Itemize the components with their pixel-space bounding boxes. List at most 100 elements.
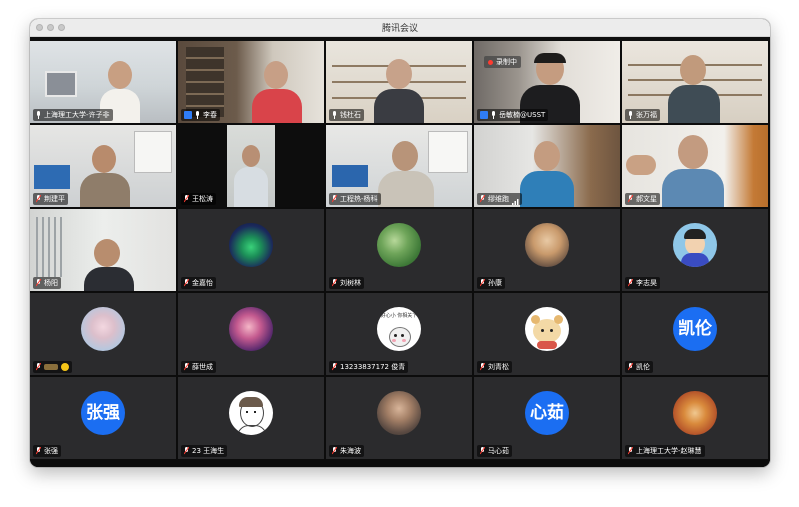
participant-nametag: 张强 (33, 445, 61, 457)
participant-tile[interactable]: 上海理工大学-许子非 (30, 41, 176, 123)
microphone-muted-icon (36, 195, 41, 203)
microphone-on-icon (195, 111, 200, 119)
microphone-muted-icon (184, 447, 189, 455)
microphone-muted-icon (480, 279, 485, 287)
participant-name: 刘青松 (488, 363, 509, 371)
participant-tile[interactable]: 张强 张强 (30, 377, 176, 459)
participant-tile[interactable]: 孙康 (474, 209, 620, 291)
participant-nametag (33, 361, 72, 373)
microphone-muted-icon (628, 363, 633, 371)
participant-tile[interactable]: 录制中 岳敏楠@USST (474, 41, 620, 123)
participant-name: 张强 (44, 447, 58, 455)
participant-tile[interactable]: 刘树林 (326, 209, 472, 291)
window-title: 腾讯会议 (381, 24, 418, 34)
participant-nametag: 刘树林 (329, 277, 364, 289)
participant-name: 张万福 (636, 111, 657, 119)
microphone-muted-icon (36, 279, 41, 287)
participant-tile[interactable]: 缪维跑 (474, 125, 620, 207)
participant-grid: 上海理工大学-许子非 李春 钱杜石 录制中 岳敏楠@USST 张万福 荆建平 王… (30, 41, 770, 467)
participant-name: 上海理工大学-许子非 (44, 111, 110, 119)
microphone-muted-icon (628, 195, 633, 203)
participant-name: 凯伦 (636, 363, 650, 371)
participant-nametag: 凯伦 (625, 361, 653, 373)
meeting-window: 腾讯会议 上海理工大学-许子非 李春 钱杜石 录制中 岳敏楠@USST 张万福 … (30, 19, 770, 467)
participant-tile[interactable]: 薛世成 (178, 293, 324, 375)
participant-name: 荆建平 (44, 195, 65, 203)
participant-tile[interactable]: 杨阳 (30, 209, 176, 291)
participant-name: 马心茹 (488, 447, 509, 455)
participant-name: 薛世成 (192, 363, 213, 371)
microphone-muted-icon (628, 279, 633, 287)
aurora-avatar (229, 223, 273, 267)
participant-name: 王松涛 (192, 195, 213, 203)
flower-avatar (81, 307, 125, 351)
participant-tile[interactable]: 张万福 (622, 41, 768, 123)
title-bar: 腾讯会议 (30, 19, 770, 37)
participant-tile[interactable]: 李春 (178, 41, 324, 123)
participant-name: 李春 (203, 111, 217, 119)
yellow-face-emoji-icon (61, 363, 69, 371)
cat-avatar (525, 223, 569, 267)
text-avatar: 张强 (81, 391, 125, 435)
participant-tile[interactable]: 工程热-杨科 (326, 125, 472, 207)
speaking-signal-icon (512, 190, 519, 208)
participant-tile[interactable]: 凯伦 凯伦 (622, 293, 768, 375)
participant-name: 上海理工大学-赵琳慧 (636, 447, 702, 455)
participant-name: 刘树林 (340, 279, 361, 287)
participant-tile[interactable]: 上海理工大学-赵琳慧 (622, 377, 768, 459)
participant-tile[interactable]: 李志昊 (622, 209, 768, 291)
participant-name: 工程热-杨科 (340, 195, 378, 203)
participant-nametag: 23 王海生 (181, 445, 228, 457)
participant-name: 孙康 (488, 279, 502, 287)
participant-nametag: 上海理工大学-许子非 (33, 109, 113, 121)
participant-name: 朱海波 (340, 447, 361, 455)
participant-tile[interactable]: 王松涛 (178, 125, 324, 207)
participant-nametag: 朱海波 (329, 445, 364, 457)
host-icon (480, 111, 488, 119)
participant-nametag: 王松涛 (181, 193, 216, 205)
participant-nametag: 李志昊 (625, 277, 660, 289)
avatar-text: 好心小 你相关下 (380, 313, 418, 319)
microphone-muted-icon (184, 279, 189, 287)
participant-nametag: 李春 (181, 109, 220, 121)
participant-tile[interactable]: 郝文星 (622, 125, 768, 207)
recording-indicator: 录制中 (484, 56, 521, 68)
participant-tile[interactable]: 荆建平 (30, 125, 176, 207)
lion-toy-avatar (673, 391, 717, 435)
participant-nametag: 缪维跑 (477, 193, 522, 205)
participant-name: 钱杜石 (340, 111, 361, 119)
participant-tile[interactable]: 朱海波 (326, 377, 472, 459)
participant-tile[interactable]: 心茹 马心茹 (474, 377, 620, 459)
obscured-name-icon (44, 364, 58, 370)
participant-tile[interactable]: 23 王海生 (178, 377, 324, 459)
microphone-muted-icon (332, 279, 337, 287)
microphone-muted-icon (332, 447, 337, 455)
participant-name: 金嘉怡 (192, 279, 213, 287)
participant-nametag: 杨阳 (33, 277, 61, 289)
microphone-muted-icon (332, 363, 337, 371)
cartoon-boy-avatar (673, 223, 717, 267)
participant-name: 23 王海生 (192, 447, 225, 455)
microphone-muted-icon (628, 447, 633, 455)
participant-nametag: 马心茹 (477, 445, 512, 457)
participant-name: 李志昊 (636, 279, 657, 287)
participant-tile[interactable]: 金嘉怡 (178, 209, 324, 291)
participant-nametag: 孙康 (477, 277, 505, 289)
microphone-muted-icon (36, 363, 41, 371)
participant-name: 缪维跑 (488, 195, 509, 203)
participant-tile[interactable]: 刘青松 (474, 293, 620, 375)
participant-name: 岳敏楠@USST (499, 111, 546, 119)
participant-nametag: 钱杜石 (329, 109, 364, 121)
microphone-muted-icon (480, 363, 485, 371)
text-avatar: 心茹 (525, 391, 569, 435)
participant-nametag: 薛世成 (181, 361, 216, 373)
microphone-muted-icon (184, 195, 189, 203)
participant-nametag: 刘青松 (477, 361, 512, 373)
participant-tile[interactable]: 钱杜石 (326, 41, 472, 123)
galaxy-avatar (229, 307, 273, 351)
microphone-muted-icon (480, 195, 485, 203)
participant-tile[interactable] (30, 293, 176, 375)
participant-nametag: 13233837172 俊青 (329, 361, 409, 373)
plant-avatar (377, 223, 421, 267)
participant-tile[interactable]: 好心小 你相关下 13233837172 俊青 (326, 293, 472, 375)
